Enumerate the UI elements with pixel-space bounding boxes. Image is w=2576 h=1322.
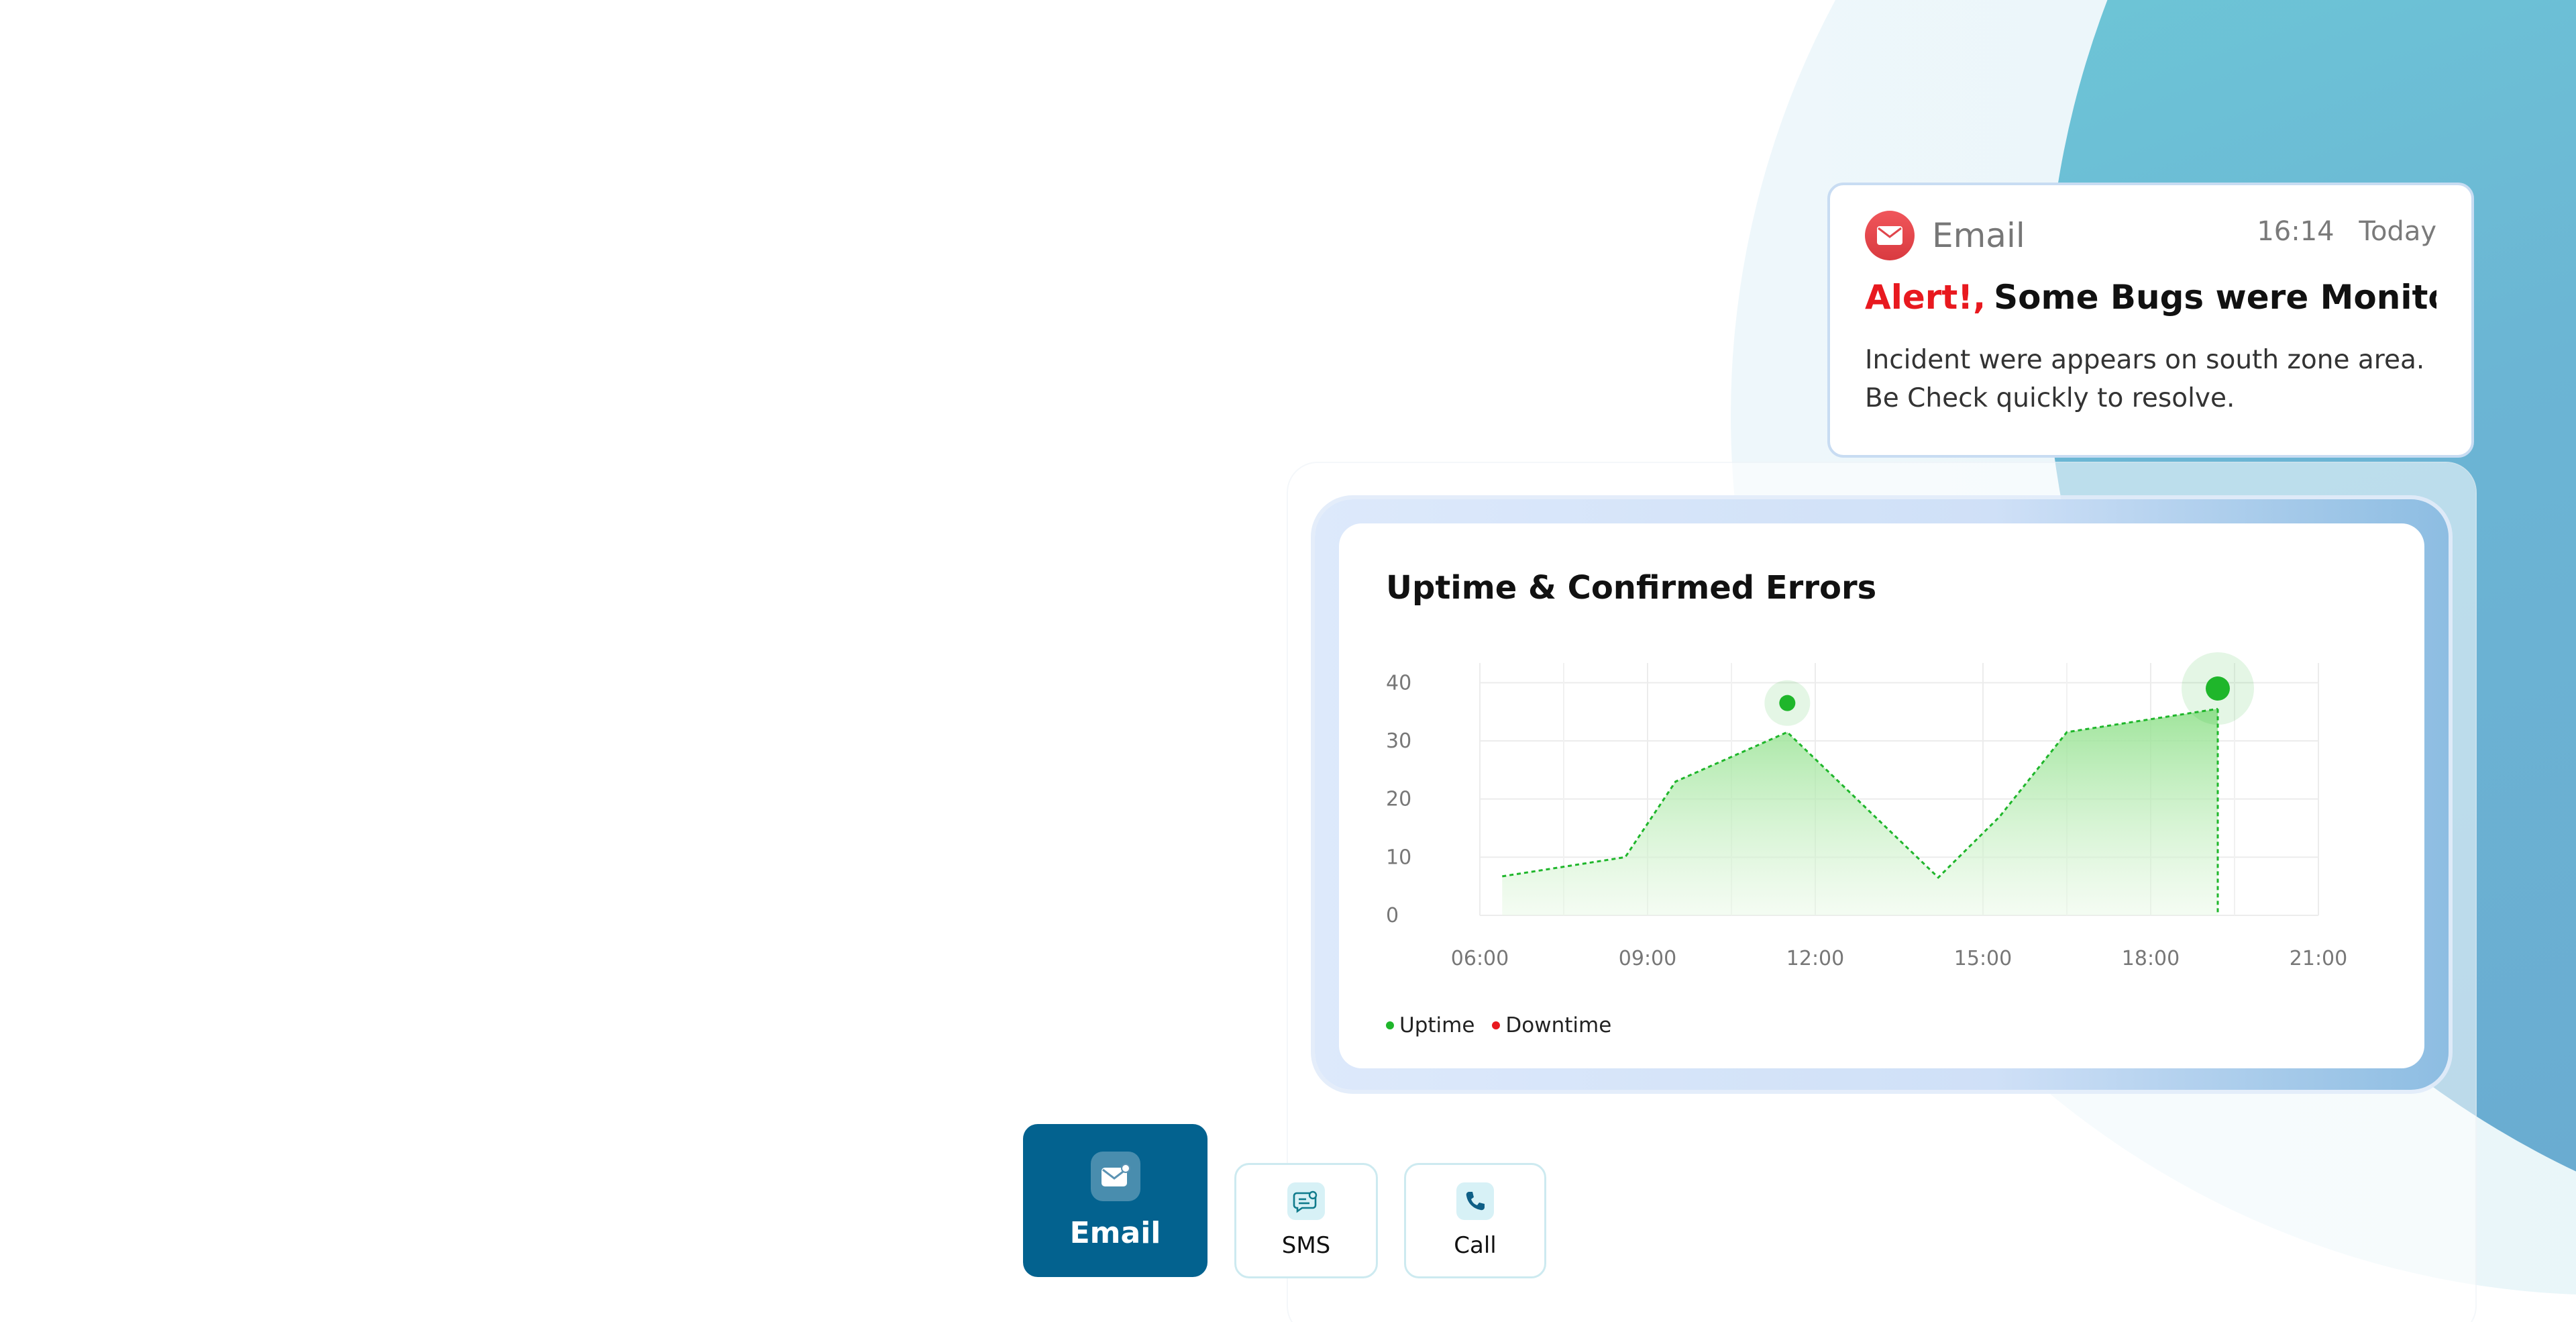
- x-tick-label: 15:00: [1954, 947, 2012, 970]
- phone-icon: [1456, 1182, 1494, 1220]
- mail-icon: [1090, 1151, 1140, 1201]
- notification-timestamp: 16:14 Today: [2257, 216, 2436, 247]
- mail-icon: [1865, 211, 1915, 260]
- uptime-chart: 0 10 20 30 40 06:00 09:00 12:00 15:00 18:00 21:00: [1386, 652, 2347, 970]
- sms-icon: [1287, 1182, 1325, 1220]
- channel-call-label: Call: [1454, 1232, 1497, 1259]
- channel-call-button[interactable]: Call: [1404, 1163, 1546, 1278]
- y-tick-label: 40: [1386, 671, 1411, 695]
- channel-email-button[interactable]: Email: [1023, 1124, 1208, 1277]
- uptime-chart-card: Uptime & Confirmed Errors 0 10 20 30 40 06:00…: [1339, 523, 2424, 1068]
- notification-header: Email 16:14 Today: [1865, 211, 2436, 260]
- email-notification-card[interactable]: Email 16:14 Today Alert!, Some Bugs were …: [1827, 183, 2474, 458]
- channel-sms-label: SMS: [1281, 1232, 1331, 1259]
- legend-label-uptime: Uptime: [1399, 1013, 1475, 1037]
- notification-message: Incident were appears on south zone area…: [1865, 345, 2425, 413]
- x-tick-label: 21:00: [2290, 947, 2347, 970]
- series-area-uptime: [1502, 709, 2218, 915]
- legend-item-uptime: Uptime: [1386, 1013, 1474, 1037]
- x-tick-label: 06:00: [1451, 947, 1509, 970]
- channel-email-label: Email: [1069, 1215, 1161, 1250]
- y-tick-label: 10: [1386, 846, 1411, 869]
- alert-label: Alert!,: [1865, 278, 1986, 317]
- notification-title-text: Some Bugs were Monitored...: [1994, 278, 2436, 317]
- marker-point: [2206, 676, 2230, 701]
- legend-item-downtime: Downtime: [1492, 1013, 1611, 1037]
- legend-dot-downtime: [1492, 1021, 1501, 1029]
- chart-legend: Uptime Downtime: [1386, 1013, 1629, 1037]
- y-tick-label: 30: [1386, 729, 1411, 753]
- legend-label-downtime: Downtime: [1505, 1013, 1612, 1037]
- x-tick-label: 12:00: [1786, 947, 1844, 970]
- notification-time: 16:14: [2257, 216, 2334, 247]
- notification-title: Alert!,Some Bugs were Monitored...: [1865, 278, 2436, 317]
- notification-app-name: Email: [1932, 216, 2025, 255]
- legend-dot-uptime: [1386, 1021, 1394, 1029]
- x-tick-label: 09:00: [1619, 947, 1676, 970]
- y-tick-label: 0: [1386, 904, 1399, 927]
- y-tick-label: 20: [1386, 788, 1411, 811]
- x-tick-label: 18:00: [2122, 947, 2180, 970]
- notification-day: Today: [2359, 216, 2436, 247]
- marker-point: [1779, 695, 1796, 711]
- channel-sms-button[interactable]: SMS: [1234, 1163, 1378, 1278]
